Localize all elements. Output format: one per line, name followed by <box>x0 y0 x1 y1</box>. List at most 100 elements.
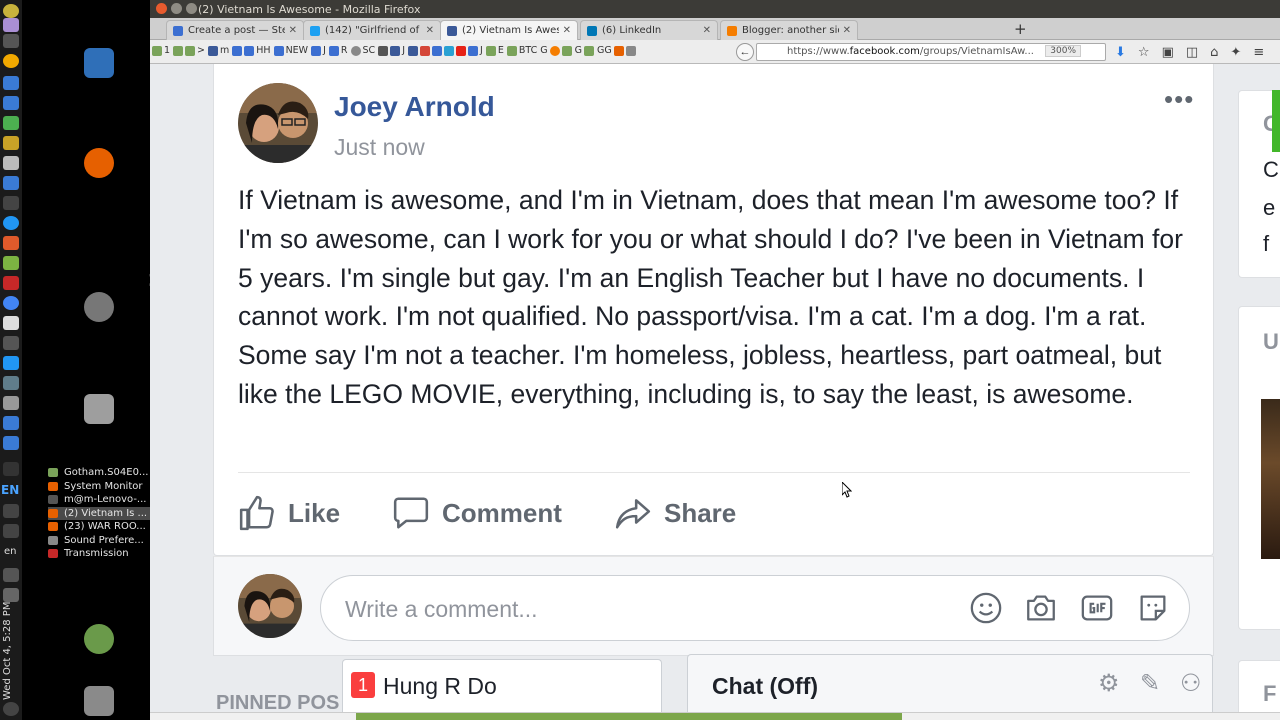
back-button[interactable]: ← <box>736 43 754 61</box>
browser-tab[interactable]: Blogger: another side ✕ <box>720 20 858 40</box>
app-icon[interactable] <box>3 336 19 350</box>
browser-tab-active[interactable]: (2) Vietnam Is Awesome ✕ <box>440 20 578 40</box>
language-indicator[interactable]: en <box>4 546 17 557</box>
browser-tab[interactable]: Create a post — Steem ✕ <box>166 20 304 40</box>
close-tab-icon[interactable]: ✕ <box>703 25 711 36</box>
comment-input[interactable]: Write a comment... <box>320 575 1190 641</box>
close-window-button[interactable] <box>156 3 167 14</box>
compose-icon[interactable]: ✎ <box>1140 669 1160 697</box>
chrome-icon[interactable] <box>3 296 19 310</box>
upload-icon[interactable] <box>3 34 19 48</box>
menu-icon[interactable]: ≡ <box>1253 45 1264 60</box>
new-tab-button[interactable]: + <box>1014 20 1027 38</box>
app-icon[interactable] <box>3 376 19 390</box>
blogger-icon <box>727 25 737 36</box>
bookmark-item[interactable]: BTC <box>506 45 537 56</box>
power-icon[interactable] <box>3 702 19 716</box>
reading-list-icon[interactable]: ▣ <box>1162 45 1174 60</box>
minimize-window-button[interactable] <box>171 3 182 14</box>
bookmark-item[interactable]: G <box>575 45 594 56</box>
user-switch-icon[interactable] <box>84 624 114 654</box>
firefox-icon[interactable] <box>84 148 114 178</box>
app-icon[interactable] <box>3 316 19 330</box>
like-button[interactable]: Like <box>238 494 340 532</box>
app-icon[interactable] <box>3 236 19 250</box>
horizontal-scrollbar[interactable] <box>150 712 1280 720</box>
wifi-icon[interactable] <box>3 504 19 518</box>
bookmark-item[interactable]: J <box>378 45 405 56</box>
bluetooth-icon[interactable] <box>3 462 19 476</box>
bookmark-item[interactable]: GG <box>597 45 636 56</box>
addon-icon[interactable]: ✦ <box>1230 45 1241 60</box>
document-icon[interactable] <box>84 48 114 78</box>
bookmark-item[interactable]: E <box>485 45 504 56</box>
app-icon[interactable] <box>3 416 19 430</box>
terminal-icon[interactable] <box>3 196 19 210</box>
app-icon[interactable] <box>3 176 19 190</box>
bitcoin-icon[interactable] <box>3 54 19 68</box>
bookmark-item[interactable]: m <box>208 45 229 56</box>
bookmark-item[interactable]: G <box>540 45 572 56</box>
chat-sidebar-tab[interactable]: Chat (Off) ⚙ ✎ ⚇ <box>687 654 1213 712</box>
keyboard-layout-indicator[interactable]: EN <box>1 483 19 497</box>
avatar[interactable] <box>238 83 318 163</box>
gear-icon[interactable]: ⚙ <box>1098 669 1120 697</box>
scrollbar-thumb[interactable] <box>356 713 902 720</box>
url-bar[interactable]: https://www.facebook.com/groups/VietnamI… <box>756 43 1106 61</box>
bookmark-item[interactable]: NEW <box>273 45 308 56</box>
archive-icon[interactable] <box>84 394 114 424</box>
network-icon[interactable] <box>3 524 19 538</box>
app-icon[interactable] <box>3 136 19 150</box>
download-icon[interactable]: ⬇ <box>1115 45 1126 60</box>
bookmark-item[interactable]: J <box>311 45 326 56</box>
pocket-icon[interactable]: ◫ <box>1186 45 1198 60</box>
home-icon[interactable]: ⌂ <box>1210 45 1218 60</box>
post-timestamp[interactable]: Just now <box>334 134 425 161</box>
app-icon[interactable] <box>3 276 19 290</box>
bookmark-item[interactable]: J <box>408 45 483 56</box>
post-options-icon[interactable]: ••• <box>1164 84 1194 115</box>
calendar-icon[interactable] <box>3 96 19 110</box>
close-tab-icon[interactable]: ✕ <box>289 25 297 36</box>
browser-tab[interactable]: (142) "Girlfriend of Las ✕ <box>303 20 441 40</box>
bookmark-star-icon[interactable]: ☆ <box>1138 45 1150 60</box>
close-tab-icon[interactable]: ✕ <box>563 25 571 36</box>
group-chat-icon[interactable]: ⚇ <box>1180 669 1202 697</box>
steem-icon <box>311 45 322 56</box>
app-icon[interactable] <box>3 396 19 410</box>
bookmark-item[interactable]: HH <box>232 45 271 56</box>
right-column-image[interactable] <box>1261 399 1280 559</box>
chat-conversation-tab[interactable]: 1 Hung R Do <box>342 659 662 712</box>
share-button[interactable]: Share <box>614 494 736 532</box>
zoom-indicator[interactable]: 300% <box>1045 45 1081 57</box>
sticker-icon[interactable] <box>1136 591 1170 625</box>
gif-icon[interactable] <box>1080 591 1114 625</box>
bookmark-label: J <box>480 45 483 56</box>
camera-icon[interactable] <box>1024 591 1058 625</box>
bookmark-item[interactable]: R <box>328 45 348 56</box>
ubuntu-software-icon[interactable] <box>84 292 114 322</box>
spreadsheet-icon[interactable] <box>3 116 19 130</box>
trash-icon[interactable] <box>84 686 114 716</box>
browser-tab[interactable]: (6) LinkedIn ✕ <box>580 20 718 40</box>
app-icon[interactable] <box>3 356 19 370</box>
comment-button[interactable]: Comment <box>392 494 562 532</box>
close-tab-icon[interactable]: ✕ <box>843 25 851 36</box>
bookmark-item[interactable]: > <box>173 45 205 56</box>
battery-icon[interactable] <box>3 18 19 32</box>
app-icon[interactable] <box>3 76 19 90</box>
post-author[interactable]: Joey Arnold <box>334 91 495 123</box>
bookmark-item[interactable]: SC <box>350 45 375 56</box>
clock[interactable]: Wed Oct 4, 5:28 PM <box>2 600 20 700</box>
bookmark-item[interactable]: 1 <box>152 45 170 56</box>
maximize-window-button[interactable] <box>186 3 197 14</box>
volume-icon[interactable] <box>3 568 19 582</box>
app-icon[interactable] <box>3 436 19 450</box>
ubuntu-icon[interactable] <box>3 4 19 18</box>
avatar[interactable] <box>238 574 302 638</box>
close-tab-icon[interactable]: ✕ <box>426 25 434 36</box>
app-icon[interactable] <box>3 156 19 170</box>
browser-icon[interactable] <box>3 216 19 230</box>
app-icon[interactable] <box>3 256 19 270</box>
emoji-icon[interactable] <box>969 591 1003 625</box>
